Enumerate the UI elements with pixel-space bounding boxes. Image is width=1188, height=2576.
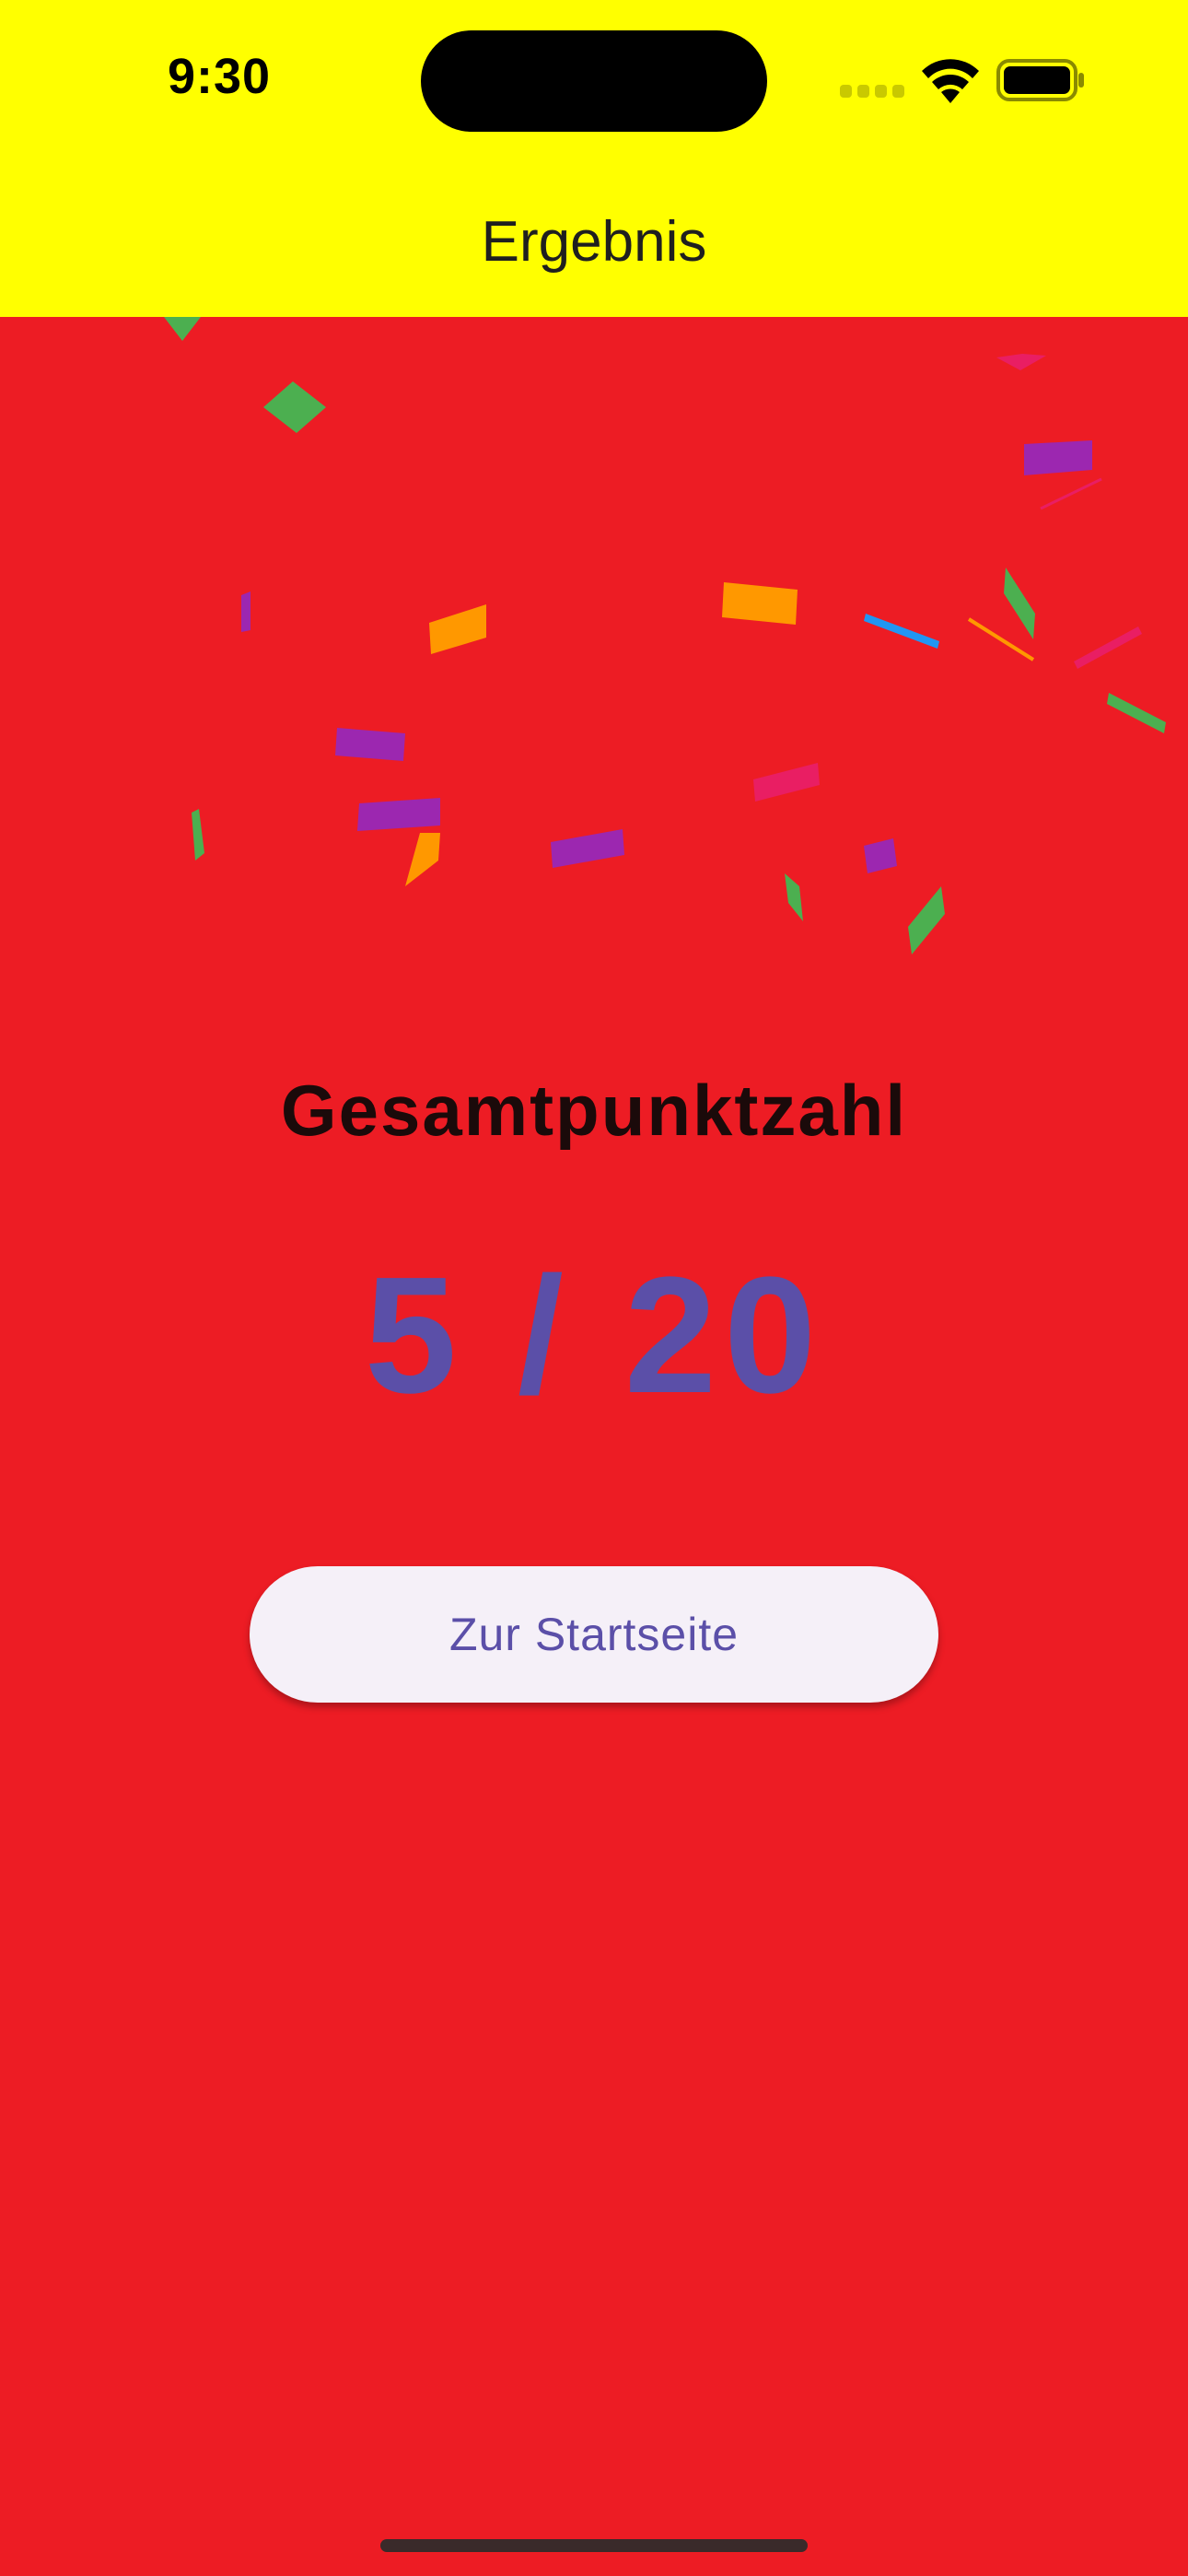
confetti-piece — [864, 614, 939, 649]
confetti-piece — [1074, 626, 1142, 669]
app-header: 9:30 Ergebnis — [0, 0, 1188, 317]
confetti-piece — [753, 763, 820, 802]
score-value: 5 / 20 — [364, 1243, 824, 1428]
confetti-piece — [405, 833, 440, 886]
confetti-piece — [357, 798, 440, 831]
confetti-piece — [996, 354, 1046, 370]
confetti-piece — [263, 381, 326, 433]
confetti-piece — [1107, 693, 1166, 733]
confetti-piece — [722, 582, 798, 625]
dynamic-island — [421, 30, 767, 132]
confetti-piece — [429, 604, 486, 654]
confetti-piece — [967, 617, 1035, 662]
home-indicator[interactable] — [380, 2539, 808, 2552]
confetti-piece — [241, 591, 250, 632]
confetti-piece — [1024, 440, 1092, 475]
battery-icon — [996, 59, 1084, 101]
page-title: Ergebnis — [481, 210, 707, 274]
confetti-piece — [1004, 568, 1035, 639]
confetti-piece — [1040, 477, 1102, 510]
confetti-piece — [335, 728, 405, 761]
status-time: 9:30 — [168, 49, 272, 104]
confetti-piece — [551, 829, 624, 868]
home-button[interactable]: Zur Startseite — [250, 1566, 938, 1703]
confetti-piece — [864, 838, 897, 873]
confetti-piece — [192, 809, 204, 861]
confetti-piece — [908, 886, 945, 954]
score-label: Gesamtpunktzahl — [280, 1070, 908, 1151]
confetti-piece — [164, 317, 201, 341]
confetti-overlay — [164, 317, 1166, 954]
wifi-icon — [922, 59, 979, 103]
cellular-signal-icon — [840, 85, 904, 98]
confetti-piece — [785, 873, 803, 921]
